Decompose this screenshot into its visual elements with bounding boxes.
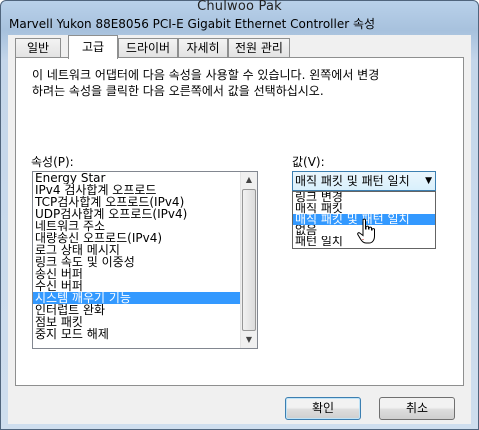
arrow-up-icon[interactable]: ▲	[242, 172, 256, 188]
tab-power-management[interactable]: 전원 관리	[228, 38, 290, 57]
properties-listbox[interactable]: Energy Star IPv4 검사합계 오프로드 TCP검사합계 오프로드(…	[32, 171, 258, 349]
tab-details[interactable]: 자세히	[178, 38, 228, 57]
tab-advanced[interactable]: 고급	[68, 35, 118, 59]
watermark-text: Chulwoo Pak	[197, 0, 282, 14]
list-item[interactable]: Energy Star	[33, 172, 240, 184]
description-text: 이 네트워크 어댑터에 다음 속성을 사용할 수 있습니다. 왼쪽에서 변경 하…	[32, 68, 380, 98]
value-label: 값(V):	[292, 155, 325, 169]
ok-button[interactable]: 확인	[285, 397, 361, 420]
list-item[interactable]: IPv4 검사합계 오프로드	[33, 184, 240, 196]
tab-general[interactable]: 일반	[15, 38, 61, 57]
list-item[interactable]: TCP검사합계 오프로드(IPv4)	[33, 196, 240, 208]
properties-scrollbar[interactable]: ▲ ▼	[240, 172, 257, 348]
list-item[interactable]: UDP검사합계 오프로드(IPv4)	[33, 208, 240, 220]
list-item[interactable]: 수신 버퍼	[33, 280, 240, 292]
list-item[interactable]: 로그 상태 메시지	[33, 244, 240, 256]
properties-label: 속성(P):	[31, 155, 74, 169]
value-combobox[interactable]: 매직 패킷 및 패턴 일치 ▼	[292, 171, 436, 191]
window-title: Marvell Yukon 88E8056 PCI-E Gigabit Ethe…	[9, 17, 376, 31]
cancel-button[interactable]: 취소	[379, 397, 455, 420]
properties-list: Energy Star IPv4 검사합계 오프로드 TCP검사합계 오프로드(…	[33, 172, 240, 340]
list-item[interactable]: 점보 패킷	[33, 316, 240, 328]
list-item[interactable]: 링크 속도 및 이중성	[33, 256, 240, 268]
list-item-selected[interactable]: 시스템 깨우기 기능	[33, 292, 240, 304]
list-item[interactable]: 네트워크 주소	[33, 220, 240, 232]
scrollbar-thumb[interactable]	[242, 189, 256, 331]
list-item[interactable]: 인터럽트 완화	[33, 304, 240, 316]
arrow-down-icon[interactable]: ▼	[242, 332, 256, 348]
tab-driver[interactable]: 드라이버	[118, 38, 178, 57]
advanced-tab-panel: 이 네트워크 어댑터에 다음 속성을 사용할 수 있습니다. 왼쪽에서 변경 하…	[15, 57, 464, 386]
dropdown-option[interactable]: 링크 변경	[293, 192, 435, 203]
value-combobox-text: 매직 패킷 및 패턴 일치	[295, 174, 410, 188]
list-item[interactable]: 대량송신 오프로드(IPv4)	[33, 232, 240, 244]
dropdown-option[interactable]: 매직 패킷	[293, 203, 435, 214]
dialog-window: Chulwoo Pak Marvell Yukon 88E8056 PCI-E …	[0, 0, 479, 430]
list-item[interactable]: 송신 버퍼	[33, 268, 240, 280]
hand-pointer-icon	[357, 218, 375, 244]
list-item[interactable]: 중지 모드 해제	[33, 328, 240, 340]
dialog-client-area: 일반 고급 드라이버 자세히 전원 관리 이 네트워크 어댑터에 다음 속성을 …	[8, 35, 471, 424]
chevron-down-icon[interactable]: ▼	[425, 172, 432, 190]
